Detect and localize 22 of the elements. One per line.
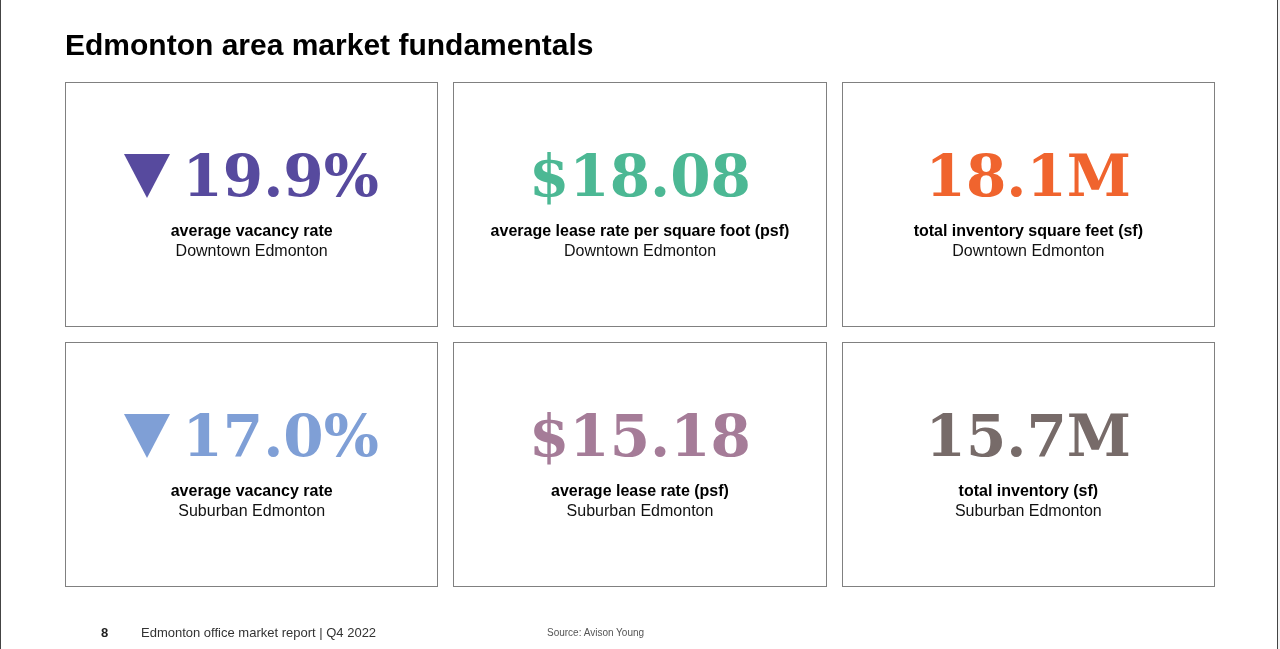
stat-value: 17.0% [182, 407, 379, 465]
area-label: Suburban Edmonton [178, 501, 326, 521]
stat-value: $15.18 [529, 407, 751, 465]
page-number: 8 [101, 623, 110, 642]
area-label: Downtown Edmonton [952, 241, 1105, 261]
stat-label: average lease rate per square foot (psf) [490, 221, 790, 241]
stat-label: average lease rate (psf) [551, 481, 729, 501]
stat-value: 19.9% [182, 147, 379, 205]
area-label: Suburban Edmonton [566, 501, 714, 521]
area-label: Suburban Edmonton [954, 501, 1102, 521]
report-title: Edmonton office market report | Q4 2022 [141, 623, 378, 642]
area-label: Downtown Edmonton [175, 241, 328, 261]
stat-label: average vacancy rate [170, 481, 333, 501]
source-note: Source: Avison Young [547, 625, 645, 640]
page-title: Edmonton area market fundamentals [65, 27, 594, 63]
stat-label: average vacancy rate [170, 221, 333, 241]
area-label: Downtown Edmonton [563, 241, 717, 261]
stat-value: $18.08 [529, 147, 751, 205]
stat-label: total inventory (sf) [958, 481, 1099, 501]
stat-label: total inventory square feet (sf) [913, 221, 1143, 241]
stat-value: 15.7M [925, 407, 1132, 465]
stat-value: 18.1M [925, 147, 1132, 205]
